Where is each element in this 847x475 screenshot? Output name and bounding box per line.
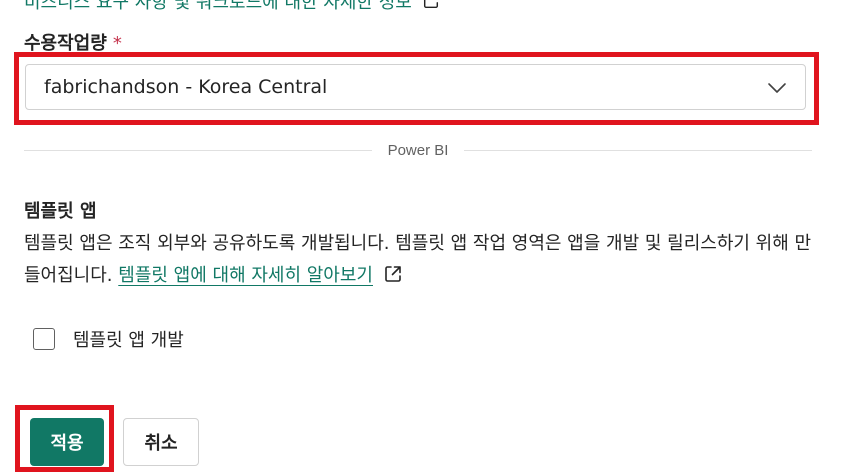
capacity-label-text: 수용작업량: [24, 33, 107, 54]
develop-template-app-label: 템플릿 앱 개발: [73, 330, 184, 351]
develop-template-app-checkbox[interactable]: [33, 328, 55, 350]
workload-info-link-text[interactable]: 비즈니스 요구 사항 및 워크로드에 대한 자세한 정보: [24, 0, 412, 14]
template-app-title: 템플릿 앱: [24, 201, 97, 222]
cancel-button[interactable]: 취소: [123, 418, 199, 466]
workspace-settings-panel: 비즈니스 요구 사항 및 워크로드에 대한 자세한 정보 수용작업량 * fabr…: [0, 0, 847, 475]
required-indicator: *: [112, 33, 122, 54]
workload-info-link[interactable]: 비즈니스 요구 사항 및 워크로드에 대한 자세한 정보: [24, 0, 440, 14]
apply-highlight-frame: [15, 405, 114, 472]
section-divider: Power BI: [24, 142, 813, 159]
divider-label: Power BI: [387, 142, 449, 159]
external-link-icon: [423, 0, 438, 9]
divider-line-left: [24, 150, 372, 151]
template-app-description: 템플릿 앱은 조직 외부와 공유하도록 개발됩니다. 템플릿 앱 작업 영역은 …: [24, 228, 824, 292]
develop-template-app-option[interactable]: 템플릿 앱 개발: [33, 326, 184, 352]
external-link-icon: [385, 266, 401, 282]
divider-line-right: [464, 150, 813, 151]
template-app-learn-more-link[interactable]: 템플릿 앱에 대해 자세히 알아보기: [118, 265, 373, 286]
capacity-highlight-frame: [14, 52, 819, 125]
